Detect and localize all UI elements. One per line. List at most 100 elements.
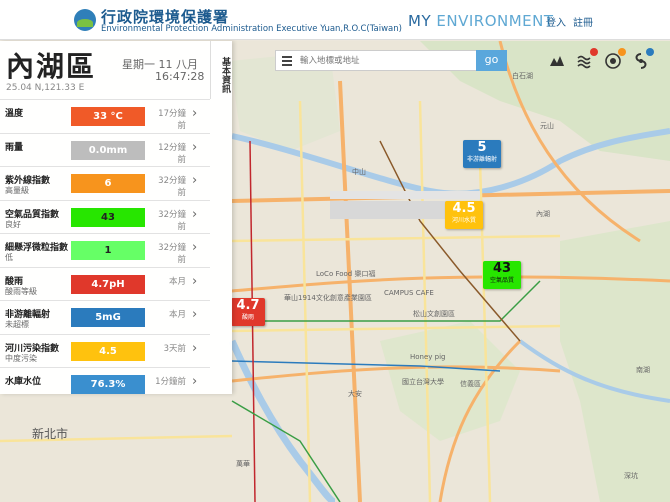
metric-row-pm25[interactable]: 細懸浮微粒指數 低 1 32分鐘前 ›: [0, 233, 210, 267]
metrics-list: 溫度 33 °C 17分鐘前 › 雨量 0.0mm 12分鐘前 › 紫外線指數 …: [0, 99, 210, 401]
marker-acid-label: 酸雨: [241, 314, 254, 321]
chevron-right-icon[interactable]: ›: [192, 374, 197, 389]
radiation-layer-button[interactable]: [604, 48, 626, 70]
map-label-xinyi: 信義區: [460, 380, 481, 388]
org-name-en: Environmental Protection Administration …: [101, 24, 402, 34]
marker-acid-value: 4.7: [236, 298, 260, 313]
earthquake-layer-button[interactable]: [548, 52, 566, 70]
metric-sub: 低: [5, 253, 13, 262]
marker-river[interactable]: 4.5 河川水質: [445, 201, 483, 229]
metric-time: 17分鐘前: [158, 109, 186, 131]
metric-name: 溫度: [5, 109, 24, 119]
chevron-right-icon[interactable]: ›: [192, 307, 197, 322]
metric-value: 0.0mm: [71, 140, 145, 160]
hamburger-menu-icon[interactable]: [282, 56, 292, 66]
metric-time: 本月: [168, 276, 186, 287]
metric-name: 水庫水位: [5, 377, 42, 387]
nanjing-road: [231, 234, 561, 243]
login-link[interactable]: 登入: [546, 14, 566, 29]
metric-value: 5mG: [71, 308, 145, 327]
metric-time: 3天前: [163, 343, 186, 354]
metric-time: 32分鐘前: [158, 176, 186, 198]
metric-value: 43: [71, 207, 145, 227]
map-label-neihu: 內湖: [536, 210, 550, 218]
metric-name: 細懸浮微粒指數: [5, 243, 69, 253]
metric-value: 4.7pH: [71, 274, 145, 294]
map-label-daan: 大安: [348, 390, 362, 398]
time-display: 16:47:28: [155, 70, 205, 83]
metric-row-rainfall[interactable]: 雨量 0.0mm 12分鐘前 ›: [0, 132, 210, 167]
map-label-honeypig: Honey pig: [410, 353, 446, 361]
search-input[interactable]: [300, 53, 470, 68]
marker-radiation-value: 5: [477, 140, 487, 155]
metric-row-aqi[interactable]: 空氣品質指數 良好 43 32分鐘前 ›: [0, 199, 210, 234]
metric-sub: 良好: [5, 219, 21, 229]
map-label-zhongshan: 中山: [352, 168, 366, 176]
map-label-loco: LoCo Food 樂口福: [316, 270, 376, 278]
marker-aqi[interactable]: 43 空氣品質: [483, 261, 521, 289]
register-link[interactable]: 註冊: [573, 14, 593, 29]
map-label-ntu: 國立台灣大學: [402, 378, 444, 386]
chevron-right-icon[interactable]: ›: [192, 207, 197, 222]
search-go-button[interactable]: go: [476, 50, 507, 71]
metric-row-uv[interactable]: 紫外線指數 高量級 6 32分鐘前 ›: [0, 166, 210, 200]
metric-sub: 高量級: [5, 186, 29, 195]
marker-river-value: 4.5: [452, 201, 476, 216]
metric-row-reservoir[interactable]: 水庫水位 76.3% 1分鐘前 ›: [0, 367, 210, 401]
metric-time: 本月: [168, 310, 186, 320]
water-layer-button[interactable]: [576, 48, 598, 70]
tab-basic-info[interactable]: 基本資訊: [210, 41, 232, 99]
map-label-yuanshan: 元山: [540, 122, 554, 130]
map-label-xinbei: 新北市: [32, 427, 69, 441]
map-label-baiju: 白石湖: [512, 72, 533, 80]
earthquake-icon: [550, 56, 564, 66]
marker-river-label: 河川水質: [451, 217, 476, 224]
metric-row-temperature[interactable]: 溫度 33 °C 17分鐘前 ›: [0, 99, 210, 133]
metric-sub: 未超標: [5, 320, 29, 329]
chevron-right-icon[interactable]: ›: [192, 341, 197, 356]
marker-radiation[interactable]: 5 非游離輻射: [463, 140, 501, 168]
map-label-huashan: 華山1914文化創意產業園區: [284, 294, 372, 302]
typhoon-layer-button[interactable]: [632, 48, 654, 70]
metric-row-river-pollution[interactable]: 河川污染指數 中度污染 4.5 3天前 ›: [0, 333, 210, 368]
map-label-campus: CAMPUS CAFE: [384, 289, 434, 297]
map-label-wanhua: 萬華: [236, 460, 250, 468]
brand-environment: ENVIRONMENT: [436, 12, 554, 30]
map-label-nanhu: 南湖: [636, 366, 650, 374]
marker-aqi-label: 空氣品質: [489, 277, 514, 284]
metric-value: 4.5: [71, 341, 145, 361]
metric-name: 雨量: [5, 142, 24, 153]
chevron-right-icon[interactable]: ›: [192, 140, 197, 155]
marker-radiation-label: 非游離輻射: [466, 156, 497, 163]
metric-value: 1: [71, 241, 145, 260]
brand-my: MY: [408, 12, 432, 30]
metric-row-acid-rain[interactable]: 酸雨 酸雨等級 4.7pH 本月 ›: [0, 266, 210, 301]
chevron-right-icon[interactable]: ›: [192, 240, 197, 255]
metric-time: 1分鐘前: [155, 377, 186, 387]
hill-area-east: [560, 221, 670, 502]
alert-badge-orange: [618, 48, 626, 56]
info-panel: 內湖區 星期一 11 八月 16:47:28 25.04 N,121.33 E …: [0, 41, 232, 394]
chevron-right-icon[interactable]: ›: [192, 106, 197, 121]
coordinates: 25.04 N,121.33 E: [6, 83, 85, 93]
xindian-river: [228, 339, 337, 502]
alert-badge-blue: [646, 48, 654, 56]
marker-aqi-value: 43: [492, 261, 512, 276]
top-header: 行政院環境保護署 Environmental Protection Admini…: [0, 0, 670, 40]
chevron-right-icon[interactable]: ›: [192, 274, 197, 289]
metric-row-radiation[interactable]: 非游離輻射 未超標 5mG 本月 ›: [0, 300, 210, 334]
metric-value: 6: [71, 174, 145, 193]
hill-area-xinyi: [380, 321, 520, 441]
chevron-right-icon[interactable]: ›: [192, 173, 197, 188]
metric-time: 32分鐘前: [158, 209, 186, 232]
marker-acid-rain[interactable]: 4.7 酸雨: [231, 298, 265, 326]
jianguo-highway: [338, 80, 362, 502]
brand-title[interactable]: MY ENVIRONMENT: [408, 12, 554, 30]
search-bar: go: [275, 50, 507, 71]
map-label-songshan: 松山文創園區: [413, 310, 455, 318]
metric-sub: 中度污染: [5, 353, 37, 363]
dunhua-road: [418, 100, 432, 502]
epa-logo-icon[interactable]: [74, 9, 96, 31]
metric-value: 76.3%: [71, 375, 145, 394]
map-label-shenkeng: 深坑: [624, 472, 638, 480]
